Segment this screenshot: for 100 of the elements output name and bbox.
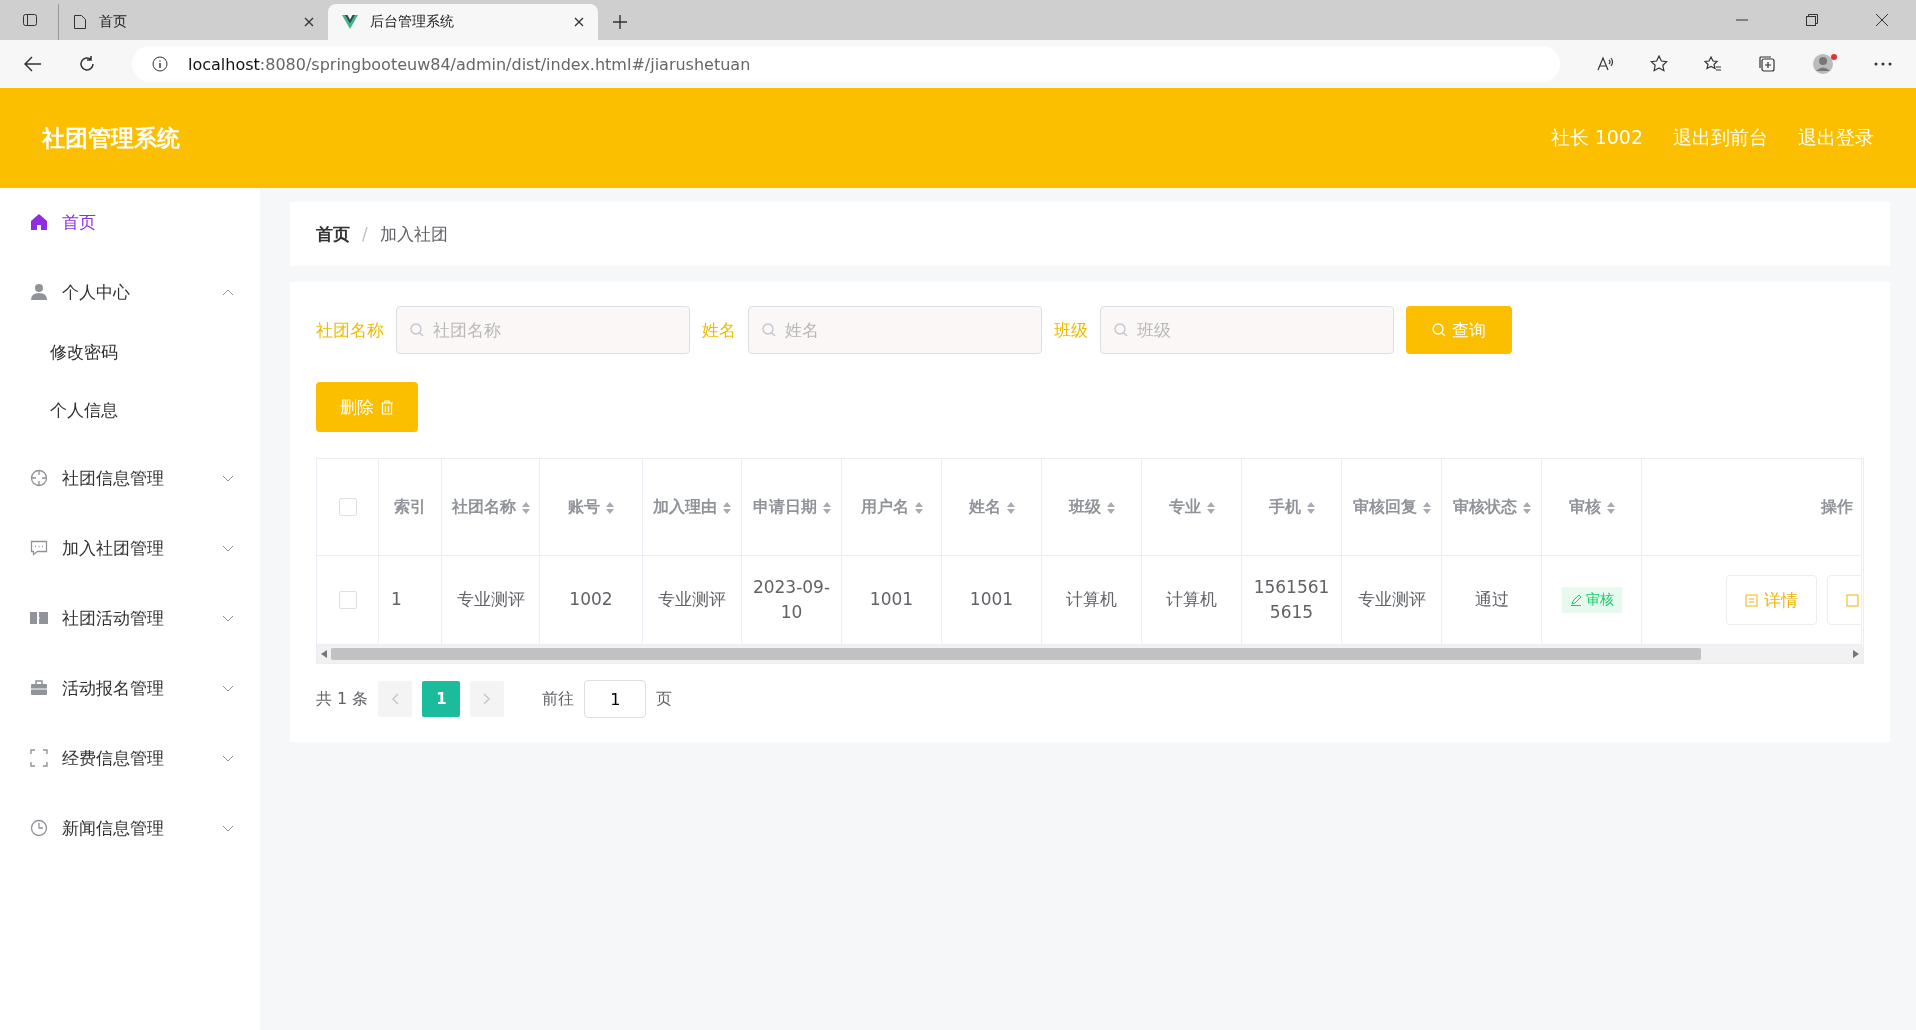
collections-icon[interactable] (1758, 55, 1776, 73)
chevron-icon (222, 824, 234, 832)
clock-icon (30, 819, 48, 837)
column-header[interactable]: 班级 (1068, 493, 1115, 521)
search-field[interactable]: 班级 (1100, 306, 1394, 354)
review-button[interactable]: 审核 (1561, 587, 1622, 613)
table-cell-text: 专业测评 (1357, 588, 1426, 612)
filter-label: 姓名 (702, 318, 736, 342)
page-button[interactable]: 1 (422, 681, 461, 717)
menu-item[interactable]: 活动报名管理 (0, 664, 260, 712)
table-cell-text: 计算机 (1066, 588, 1117, 612)
back-icon[interactable] (24, 55, 42, 73)
favorites-icon[interactable] (1704, 55, 1722, 73)
address-field[interactable]: localhost:8080/springbooteuw84/admin/dist/index.html#/jiarushetuan (132, 46, 1560, 82)
sort-icon[interactable] (521, 501, 530, 514)
table-cell-text: 通过 (1474, 588, 1509, 612)
v-logo-icon (342, 15, 358, 29)
sort-icon[interactable] (1206, 501, 1215, 514)
new-tab-icon[interactable] (612, 14, 628, 30)
delete-button[interactable]: 删除 (316, 382, 418, 432)
column-header[interactable]: 专业 (1168, 493, 1215, 521)
header-link[interactable]: 社长 1002 (1550, 125, 1643, 151)
info-icon (152, 56, 168, 72)
column-header[interactable]: 账号 (568, 493, 614, 521)
read-aloud-icon[interactable] (1596, 55, 1614, 73)
breadcrumb-separator: / (362, 224, 368, 244)
pencil-icon (1569, 594, 1582, 606)
document-icon (1745, 593, 1758, 607)
table-cell-text: 计算机 (1166, 588, 1217, 612)
column-header[interactable]: 姓名 (968, 493, 1015, 521)
frame-icon (30, 749, 48, 767)
search-button[interactable]: 查询 (1406, 306, 1512, 354)
close-icon[interactable] (574, 17, 584, 27)
menu-item[interactable]: 社团信息管理 (0, 454, 260, 502)
more-icon[interactable] (1874, 62, 1892, 66)
sort-icon[interactable] (723, 501, 731, 514)
column-header[interactable]: 审核状态 (1452, 493, 1531, 521)
table-cell-text: 1001 (869, 588, 914, 612)
close-window-icon[interactable] (1876, 14, 1888, 26)
header-link[interactable]: 退出到前台 (1673, 125, 1768, 151)
sort-icon[interactable] (1522, 501, 1531, 514)
sort-icon[interactable] (1606, 501, 1615, 514)
table-cell-text: 专业测评 (456, 588, 525, 612)
menu-item[interactable]: 个人中心 (0, 268, 260, 316)
breadcrumb-item: 加入社团 (379, 222, 448, 246)
filter-label: 班级 (1054, 318, 1088, 342)
sort-icon[interactable] (1106, 501, 1115, 514)
search-icon (1114, 323, 1128, 337)
submenu-item[interactable]: 修改密码 (0, 328, 128, 376)
user-icon (30, 283, 48, 301)
menu-item[interactable]: 社团活动管理 (0, 594, 260, 642)
chat-icon (30, 539, 48, 557)
star-icon[interactable] (1650, 55, 1668, 73)
restore-icon[interactable] (1806, 14, 1818, 26)
sort-icon[interactable] (914, 501, 923, 514)
detail-button[interactable]: 详情 (1726, 575, 1817, 625)
column-header: 操作 (1821, 496, 1853, 519)
menu-item[interactable]: 加入社团管理 (0, 524, 260, 572)
tab-actions-icon[interactable] (22, 12, 38, 28)
column-header[interactable]: 加入理由 (653, 493, 731, 521)
refresh-icon[interactable] (78, 55, 96, 73)
app-title: 社团管理系统 (42, 123, 180, 153)
header-link[interactable]: 退出登录 (1798, 125, 1874, 151)
page-input[interactable]: 1 (584, 680, 647, 718)
browser-tab[interactable]: 后台管理系统 (328, 4, 598, 40)
submenu-item[interactable]: 个人信息 (0, 386, 128, 434)
sort-icon[interactable] (606, 501, 614, 514)
chevron-icon (222, 684, 234, 692)
search-field[interactable]: 社团名称 (396, 306, 690, 354)
next-page-button[interactable] (470, 681, 505, 717)
column-header[interactable]: 社团名称 (451, 493, 530, 521)
column-header[interactable]: 审核回复 (1352, 493, 1431, 521)
prev-page-button[interactable] (378, 681, 413, 717)
search-icon (410, 323, 424, 337)
chevron-icon (222, 614, 234, 622)
menu-item[interactable]: 新闻信息管理 (0, 804, 260, 852)
edit-button[interactable] (1827, 575, 1861, 625)
column-header[interactable]: 申请日期 (752, 493, 831, 521)
sort-icon[interactable] (1422, 501, 1431, 514)
sort-icon[interactable] (1306, 501, 1315, 514)
table-cell-text: 1 (391, 588, 402, 612)
table-cell-text: 2023-09-10 (751, 575, 832, 624)
menu-item[interactable]: 首页 (0, 198, 260, 246)
column-header: 索引 (394, 496, 426, 519)
sort-icon[interactable] (822, 501, 831, 514)
close-icon[interactable] (304, 17, 314, 27)
column-header[interactable]: 手机 (1268, 493, 1315, 521)
scroll-left-icon[interactable] (321, 650, 327, 658)
profile-icon[interactable] (1812, 53, 1838, 75)
search-field[interactable]: 姓名 (748, 306, 1042, 354)
column-header[interactable]: 用户名 (860, 493, 923, 521)
horizontal-scrollbar[interactable] (317, 645, 1863, 663)
row-checkbox[interactable] (338, 591, 357, 609)
column-header[interactable]: 审核 (1568, 493, 1615, 521)
sort-icon[interactable] (1006, 501, 1015, 514)
select-all-checkbox[interactable] (338, 498, 357, 516)
breadcrumb-item[interactable]: 首页 (316, 222, 350, 246)
menu-item[interactable]: 经费信息管理 (0, 734, 260, 782)
crosshair-icon (30, 469, 48, 487)
chevron-left-icon (391, 693, 400, 705)
